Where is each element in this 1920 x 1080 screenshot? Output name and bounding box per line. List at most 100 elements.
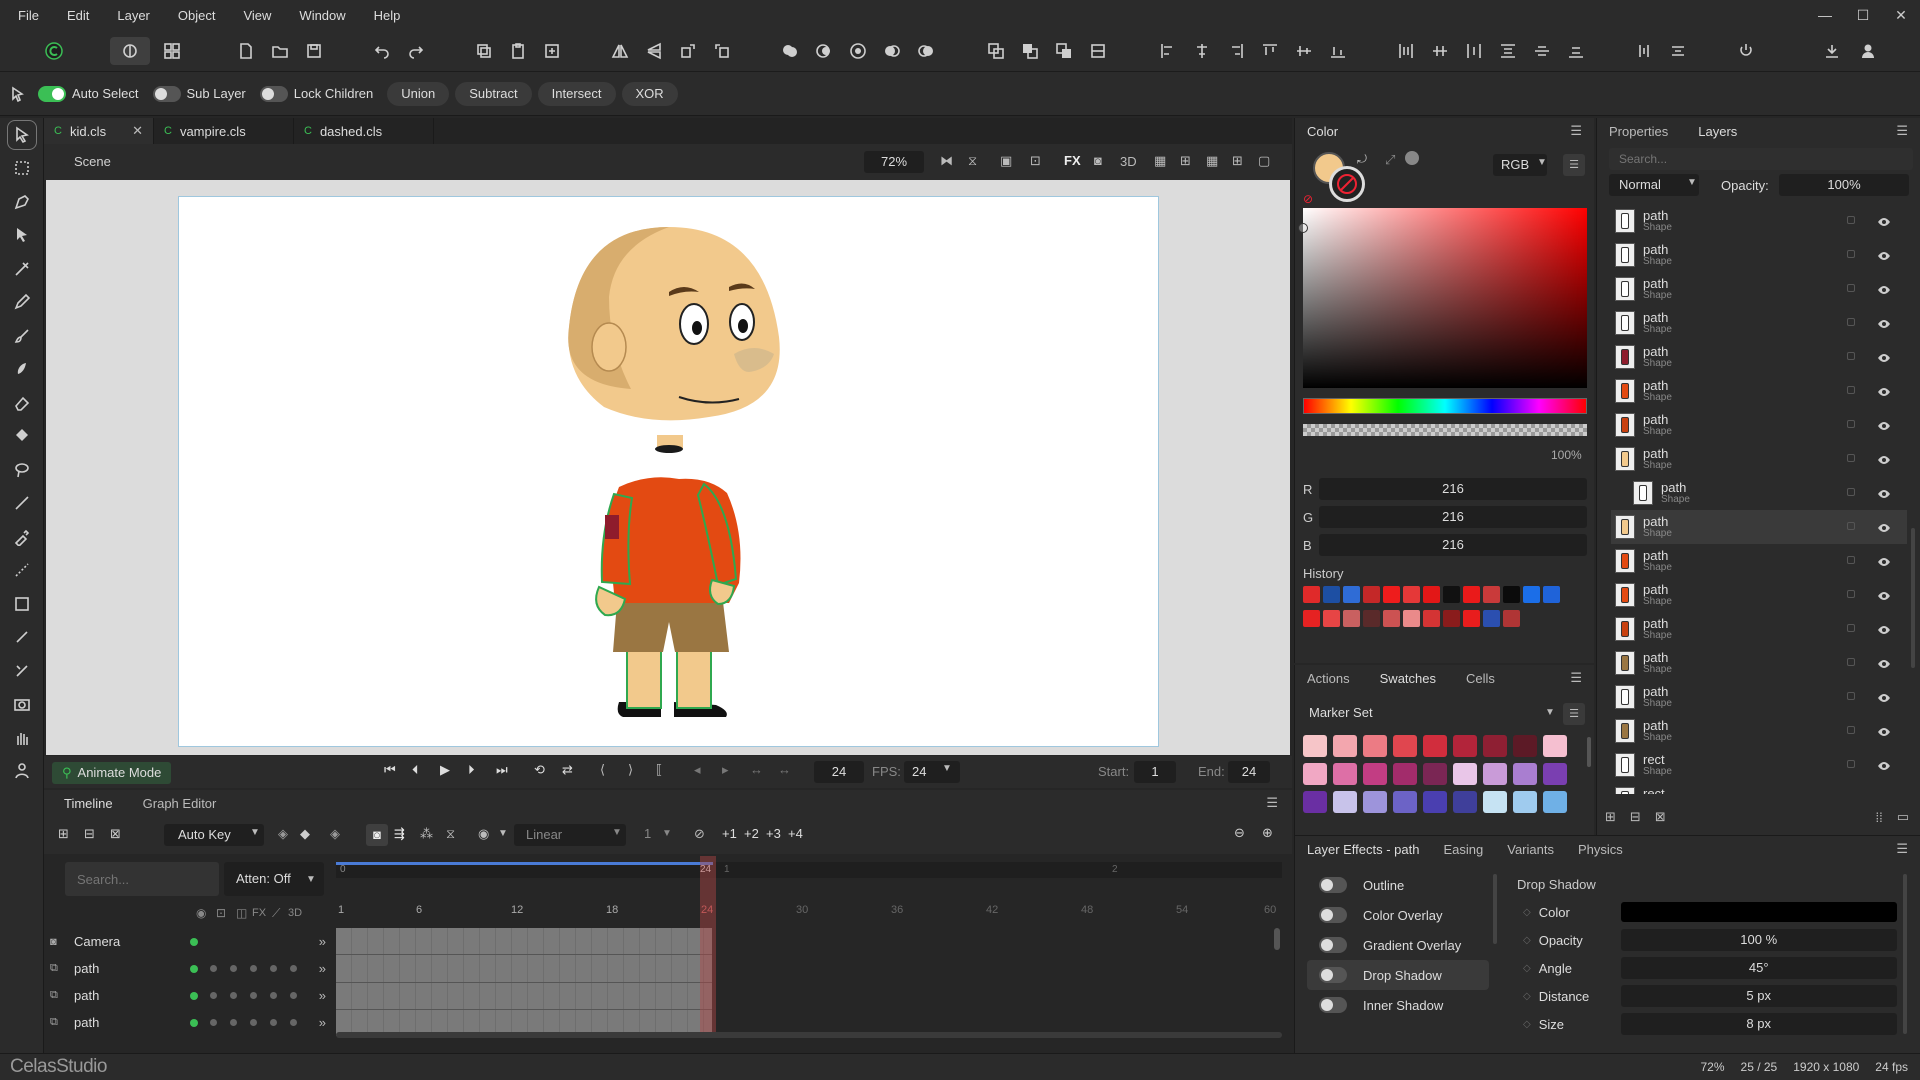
- camera-key-icon[interactable]: ◙: [366, 824, 388, 846]
- align-right-icon[interactable]: [1224, 39, 1248, 63]
- history-swatch[interactable]: [1343, 610, 1360, 627]
- grid-mode-icon[interactable]: [160, 39, 184, 63]
- blend-mode-select[interactable]: Normal: [1609, 174, 1699, 196]
- folder-icon[interactable]: ▭: [1897, 809, 1909, 825]
- character-illustration[interactable]: [179, 197, 1160, 748]
- hourglass-icon[interactable]: ⧖: [446, 826, 455, 842]
- layer-lock-icon[interactable]: [1847, 658, 1855, 666]
- snap-icon[interactable]: [1734, 39, 1758, 63]
- visibility-icon[interactable]: ◉: [196, 906, 206, 920]
- pen-tool[interactable]: [0, 185, 44, 219]
- tab-graph-editor[interactable]: Graph Editor: [143, 796, 217, 811]
- copy-icon[interactable]: [472, 39, 496, 63]
- layers-search-input[interactable]: [1609, 148, 1913, 170]
- delete-layer-footer-icon[interactable]: ⊠: [1655, 809, 1666, 825]
- swatch-options-icon[interactable]: ☰: [1563, 703, 1585, 725]
- artboard[interactable]: [178, 196, 1159, 747]
- eyedropper-small-icon[interactable]: ⤢: [1385, 152, 1395, 168]
- visibility-eye-icon[interactable]: [1877, 759, 1891, 770]
- layer-lock-icon[interactable]: [1847, 318, 1855, 326]
- lock-icon[interactable]: ⊡: [216, 906, 226, 920]
- rotate-right-icon[interactable]: [710, 39, 734, 63]
- menu-object[interactable]: Object: [178, 8, 216, 23]
- frame-icon[interactable]: ▢: [1258, 153, 1270, 169]
- prev-key-icon[interactable]: ⟨: [600, 762, 605, 778]
- step-plus3-button[interactable]: +3: [766, 826, 781, 841]
- align-bottom-icon[interactable]: [1326, 39, 1350, 63]
- key-range-icon[interactable]: ⟦: [656, 762, 662, 778]
- history-swatch[interactable]: [1483, 610, 1500, 627]
- undo-icon[interactable]: [370, 39, 394, 63]
- export-icon[interactable]: [1820, 39, 1844, 63]
- spacing-horizontal-icon[interactable]: [1632, 39, 1656, 63]
- open-folder-icon[interactable]: [268, 39, 292, 63]
- visibility-eye-icon[interactable]: [1877, 691, 1891, 702]
- history-swatch[interactable]: [1463, 586, 1480, 603]
- layer-row[interactable]: rectShape: [1611, 782, 1907, 794]
- tab-properties[interactable]: Properties: [1609, 124, 1668, 139]
- layer-lock-icon[interactable]: [1847, 454, 1855, 462]
- visibility-eye-icon[interactable]: [1877, 419, 1891, 430]
- xor-button[interactable]: XOR: [621, 81, 678, 106]
- layer-row[interactable]: path Shape: [1611, 340, 1907, 374]
- history-swatch[interactable]: [1483, 586, 1500, 603]
- layer-row[interactable]: path Shape: [1611, 646, 1907, 680]
- color-swatch[interactable]: [1333, 791, 1357, 813]
- line-tool[interactable]: [0, 487, 44, 521]
- visible-dot[interactable]: [190, 964, 198, 973]
- layers-scrollbar[interactable]: [1911, 528, 1915, 668]
- history-swatch[interactable]: [1363, 610, 1380, 627]
- color-swatch[interactable]: [1513, 735, 1537, 757]
- effect-outline[interactable]: Outline: [1307, 870, 1489, 900]
- effect-color-overlay[interactable]: Color Overlay: [1307, 900, 1489, 930]
- color-swatch[interactable]: [1303, 791, 1327, 813]
- layer-lock-icon[interactable]: [1847, 250, 1855, 258]
- history-swatch[interactable]: [1523, 586, 1540, 603]
- send-backward-icon[interactable]: [1052, 39, 1076, 63]
- zoom-field[interactable]: 72%: [864, 151, 924, 173]
- shape-subtract-icon[interactable]: [812, 39, 836, 63]
- close-window-icon[interactable]: ✕: [1882, 0, 1920, 30]
- color-swatch[interactable]: [1543, 791, 1567, 813]
- color-swatch[interactable]: [1453, 735, 1477, 757]
- tab-timeline[interactable]: Timeline: [64, 796, 113, 811]
- history-swatch[interactable]: [1423, 586, 1440, 603]
- first-frame-icon[interactable]: ⏮: [384, 762, 396, 778]
- duplicate-icon[interactable]: [540, 39, 564, 63]
- shape-union-icon[interactable]: [778, 39, 802, 63]
- distribute-bottom-icon[interactable]: [1564, 39, 1588, 63]
- tween-icon[interactable]: ◂: [694, 762, 701, 778]
- rectangle-tool[interactable]: [0, 587, 44, 621]
- snapshot-icon[interactable]: ◙: [1094, 153, 1102, 168]
- history-swatch[interactable]: [1503, 586, 1520, 603]
- zoom-in-icon[interactable]: ⊕: [1262, 825, 1273, 841]
- layer-lock-icon[interactable]: [1847, 352, 1855, 360]
- onion-icon[interactable]: ◉: [478, 826, 489, 842]
- work-range-bar[interactable]: [336, 862, 713, 865]
- color-swatch[interactable]: [1483, 763, 1507, 785]
- end-field[interactable]: 24: [1228, 761, 1270, 783]
- color-swatch[interactable]: [1363, 735, 1387, 757]
- union-button[interactable]: Union: [387, 81, 450, 106]
- align-center-icon[interactable]: [1190, 39, 1214, 63]
- zoom-out-icon[interactable]: ⊖: [1234, 825, 1245, 841]
- menu-window[interactable]: Window: [299, 8, 345, 23]
- lock-children-toggle[interactable]: [259, 85, 288, 102]
- bring-forward-icon[interactable]: [1018, 39, 1042, 63]
- layer-lock-icon[interactable]: [1847, 692, 1855, 700]
- play-icon[interactable]: ▶: [440, 762, 450, 778]
- distribute-top-icon[interactable]: [1496, 39, 1520, 63]
- distribute-middle-icon[interactable]: [1530, 39, 1554, 63]
- layer-row[interactable]: path Shape: [1611, 714, 1907, 748]
- layer-row[interactable]: path Shape: [1611, 544, 1907, 578]
- visibility-eye-icon[interactable]: [1877, 385, 1891, 396]
- maximize-icon[interactable]: ☐: [1844, 0, 1882, 30]
- intersect-button[interactable]: Intersect: [537, 81, 616, 106]
- layer-row[interactable]: path Shape: [1611, 306, 1907, 340]
- grid-small-icon[interactable]: ⊞: [1232, 153, 1243, 169]
- history-swatch[interactable]: [1443, 610, 1460, 627]
- keyframe-diamond-icon[interactable]: ◇: [1523, 991, 1531, 1002]
- track-row[interactable]: ⧉ path »: [50, 982, 332, 1009]
- visibility-eye-icon[interactable]: [1877, 317, 1891, 328]
- layer-lock-icon[interactable]: [1847, 284, 1855, 292]
